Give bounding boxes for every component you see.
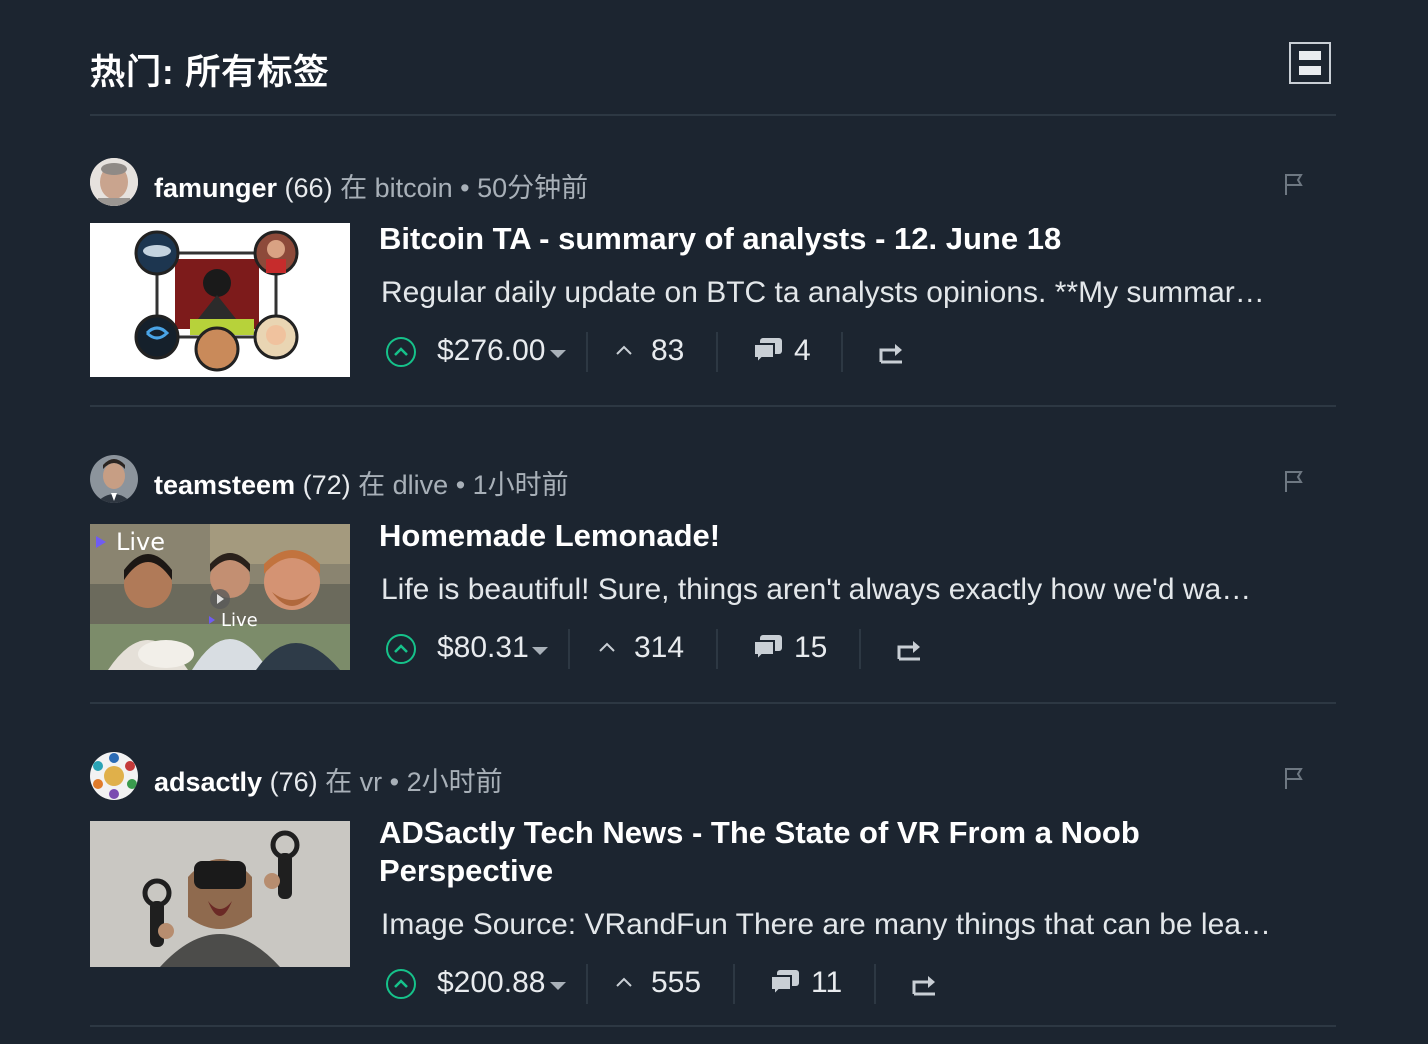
comment-icon[interactable] [752,336,784,366]
post-item: adsactly (76) 在 vr • 2小时前 ADSactly Tech … [90,752,1336,1027]
author-reputation: (72) [302,470,351,500]
category-link[interactable]: vr [360,767,383,797]
divider [841,332,843,372]
divider [716,629,718,669]
vote-count[interactable]: 314 [634,631,684,665]
layout-toggle-button[interactable] [1289,42,1331,84]
author-reputation: (76) [269,767,318,797]
post-byline: teamsteem (72) 在 dlive • 1小时前 [154,463,569,502]
avatar[interactable] [90,158,138,206]
post-byline: famunger (66) 在 bitcoin • 50分钟前 [154,166,588,205]
feed-header: 热门: 所有标签 [90,40,1336,116]
category-link[interactable]: bitcoin [375,173,453,203]
post-summary[interactable]: Regular daily update on BTC ta analysts … [381,276,1331,310]
post-title[interactable]: Homemade Lemonade! [379,517,1279,555]
post-summary[interactable]: Life is beautiful! Sure, things aren't a… [381,573,1331,607]
payout-dropdown-icon[interactable] [532,647,548,655]
divider [859,629,861,669]
page: 热门: 所有标签 famunger (66) 在 bitcoin • 50分钟前… [0,0,1428,1044]
post-byline: adsactly (76) 在 vr • 2小时前 [154,760,503,799]
avatar[interactable] [90,752,138,800]
thumbnail-logo-text: Live [116,528,165,556]
post-timestamp[interactable]: 50分钟前 [477,173,588,203]
chevron-up-icon [394,979,408,988]
layout-bar-icon [1299,66,1321,75]
post-item: teamsteem (72) 在 dlive • 1小时前 Live Live … [90,455,1336,704]
post-thumbnail[interactable]: Live Live [90,524,350,670]
chevron-up-icon [394,347,408,356]
upvote-button[interactable] [386,969,416,999]
payout-value[interactable]: $200.88 [437,966,545,1000]
vote-count[interactable]: 83 [651,334,684,368]
divider [568,629,570,669]
vote-count[interactable]: 555 [651,966,701,1000]
layout-bar-icon [1299,51,1321,60]
post-thumbnail[interactable] [90,821,350,967]
comment-count[interactable]: 15 [794,631,827,665]
divider [586,964,588,1004]
in-label: 在 [340,173,368,203]
comment-icon[interactable] [769,968,801,998]
post-meta: adsactly (76) 在 vr • 2小时前 [90,752,1336,802]
chevron-up-icon[interactable] [597,637,617,657]
in-label: 在 [325,767,353,797]
post-item: famunger (66) 在 bitcoin • 50分钟前 Bitcoin … [90,158,1336,407]
flag-icon[interactable] [1283,766,1305,790]
comment-count[interactable]: 11 [811,966,842,1000]
reblog-icon[interactable] [911,970,939,998]
divider [874,964,876,1004]
chevron-up-icon[interactable] [614,340,634,360]
post-timestamp[interactable]: 2小时前 [407,767,503,797]
payout-dropdown-icon[interactable] [550,982,566,990]
author-reputation: (66) [284,173,333,203]
post-summary[interactable]: Image Source: VRandFun There are many th… [381,908,1331,942]
reblog-icon[interactable] [896,635,924,663]
divider [733,964,735,1004]
upvote-button[interactable] [386,634,416,664]
chevron-up-icon[interactable] [614,972,634,992]
page-title: 热门: 所有标签 [90,53,330,92]
reblog-icon[interactable] [878,338,906,366]
post-thumbnail[interactable] [90,223,350,377]
payout-dropdown-icon[interactable] [550,350,566,358]
flag-icon[interactable] [1283,172,1305,196]
byline-separator: • [455,470,466,500]
post-footer: $276.00 83 4 [386,332,1286,382]
divider [716,332,718,372]
byline-separator: • [389,767,400,797]
divider [586,332,588,372]
upvote-button[interactable] [386,337,416,367]
post-timestamp[interactable]: 1小时前 [473,470,569,500]
byline-separator: • [460,173,470,203]
post-footer: $200.88 555 11 [386,964,1286,1014]
post-meta: famunger (66) 在 bitcoin • 50分钟前 [90,158,1336,208]
author-link[interactable]: adsactly [154,767,262,797]
thumbnail-logo-text: Live [221,610,258,631]
payout-value[interactable]: $80.31 [437,631,529,665]
comment-icon[interactable] [752,633,784,663]
author-link[interactable]: teamsteem [154,470,295,500]
in-label: 在 [358,470,386,500]
author-link[interactable]: famunger [154,173,277,203]
chevron-up-icon [394,644,408,653]
category-link[interactable]: dlive [393,470,449,500]
avatar[interactable] [90,455,138,503]
post-title[interactable]: Bitcoin TA - summary of analysts - 12. J… [379,220,1279,258]
post-meta: teamsteem (72) 在 dlive • 1小时前 [90,455,1336,505]
payout-value[interactable]: $276.00 [437,334,545,368]
post-footer: $80.31 314 15 [386,629,1286,679]
flag-icon[interactable] [1283,469,1305,493]
post-title[interactable]: ADSactly Tech News - The State of VR Fro… [379,814,1279,890]
comment-count[interactable]: 4 [794,334,811,368]
